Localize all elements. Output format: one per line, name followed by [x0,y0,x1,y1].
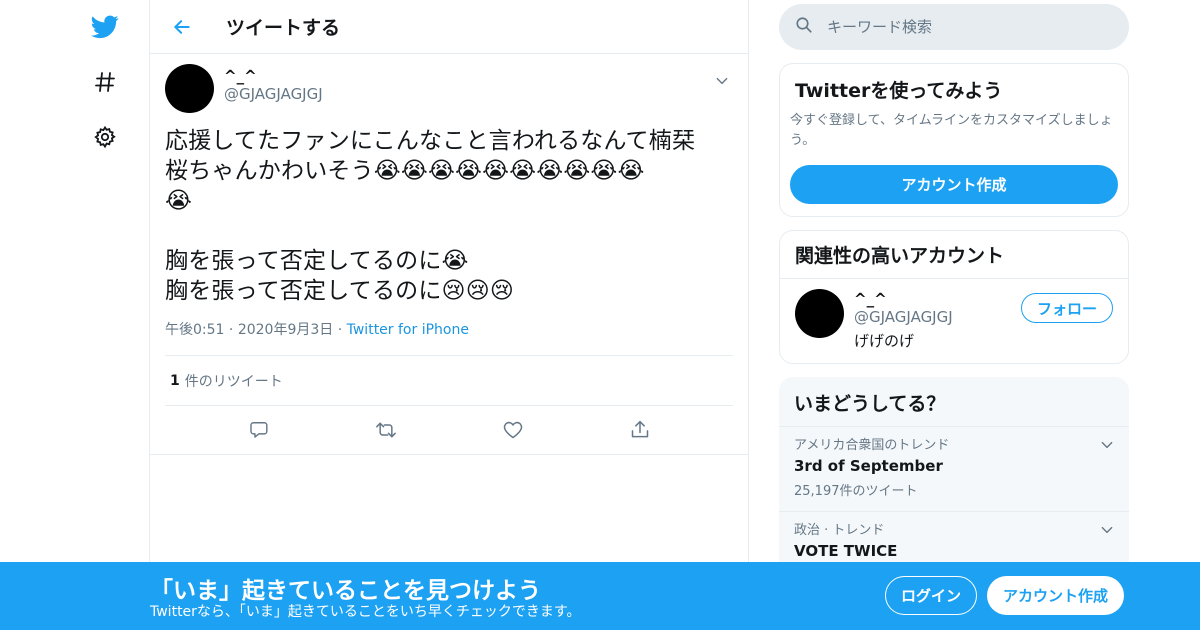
signup-card: Twitterを使ってみよう 今すぐ登録して、タイムラインをカスタマイズしましょ… [779,63,1129,217]
right-sidebar: Twitterを使ってみよう 今すぐ登録して、タイムラインをカスタマイズしましょ… [779,0,1129,573]
chevron-down-icon[interactable] [1100,522,1114,541]
author-handle[interactable]: @GJAGJAGJGJ [224,84,323,104]
like-icon[interactable] [498,415,528,445]
follow-button[interactable]: フォロー [1021,293,1113,323]
related-accounts-title: 関連性の高いアカウント [780,231,1128,279]
login-button[interactable]: ログイン [885,576,977,615]
back-arrow-icon[interactable] [168,13,196,41]
related-account[interactable]: ^_^ @GJAGJAGJGJ げげのげ フォロー [780,279,1128,363]
signup-card-title: Twitterを使ってみよう [795,80,1003,102]
avatar[interactable] [795,289,844,338]
search-input[interactable] [827,18,1097,36]
tweet-detail: ^_^ @GJAGJAGJGJ 応援してたファンにこんなこと言われるなんて楠栞 … [150,54,748,454]
create-account-button[interactable]: アカウント作成 [790,165,1118,204]
create-account-button[interactable]: アカウント作成 [987,576,1124,615]
author-display-name[interactable]: ^_^ [224,68,323,84]
trends-card: いまどうしてる？ アメリカ合衆国のトレンド 3rd of September 2… [779,377,1129,573]
chevron-down-icon[interactable] [711,70,733,92]
retweet-count: 1 [170,372,180,389]
trends-title: いまどうしてる？ [779,377,1129,427]
meta-separator: · [228,322,238,338]
signup-card-description: 今すぐ登録して、タイムラインをカスタマイズしましょう。 [790,113,1113,148]
main-column: ツイートする ^_^ @GJAGJAGJGJ 応援してたファンにこんなこと言われ… [149,0,749,630]
gear-icon[interactable] [90,122,120,152]
divider [150,454,748,455]
search-icon [795,16,813,38]
trend-count: 25,197件のツイート [794,484,918,499]
avatar[interactable] [165,64,214,113]
tweet-actions [165,406,733,454]
related-accounts-card: 関連性の高いアカウント ^_^ @GJAGJAGJGJ げげのげ フォロー [779,230,1129,364]
tweet-time[interactable]: 午後0:51 [165,322,224,338]
banner-subtitle: Twitterなら、「いま」起きていることをいち早くチェックできます。 [150,604,581,620]
retweet-stats[interactable]: 1 件のリツイート [165,355,733,406]
tweet-text: 応援してたファンにこんなこと言われるなんて楠栞 桜ちゃんかわいそう😭😭😭😭😭😭😭… [165,128,696,304]
related-display-name[interactable]: ^_^ [854,291,953,307]
reply-icon[interactable] [244,415,274,445]
banner-title: 「いま」起きていることを見つけよう [150,578,541,604]
trend-name: 3rd of September [794,457,943,475]
share-icon[interactable] [625,415,655,445]
trend-category: アメリカ合衆国のトレンド [794,438,950,453]
retweet-icon[interactable] [371,415,401,445]
page-header: ツイートする [150,0,748,54]
retweet-label: 件のリツイート [184,373,283,390]
chevron-down-icon[interactable] [1100,437,1114,456]
search-box[interactable] [779,4,1129,50]
hashtag-icon[interactable] [90,67,120,97]
page-title: ツイートする [226,17,341,39]
meta-separator: · [337,322,347,338]
left-nav [80,0,130,630]
signup-banner: 「いま」起きていることを見つけよう Twitterなら、「いま」起きていることを… [0,562,1200,630]
tweet-source-link[interactable]: Twitter for iPhone [347,322,469,338]
trend-category: 政治 · トレンド [794,523,885,538]
trend-item[interactable]: アメリカ合衆国のトレンド 3rd of September 25,197件のツイ… [779,427,1129,512]
tweet-author: ^_^ @GJAGJAGJGJ [165,64,733,116]
related-bio: げげのげ [854,332,915,350]
related-handle[interactable]: @GJAGJAGJGJ [854,307,953,327]
tweet-date[interactable]: 2020年9月3日 [238,322,333,338]
trend-name: VOTE TWICE [794,542,898,560]
tweet-meta: 午後0:51 · 2020年9月3日 · Twitter for iPhone [165,320,733,340]
twitter-bird-icon[interactable] [90,12,120,42]
